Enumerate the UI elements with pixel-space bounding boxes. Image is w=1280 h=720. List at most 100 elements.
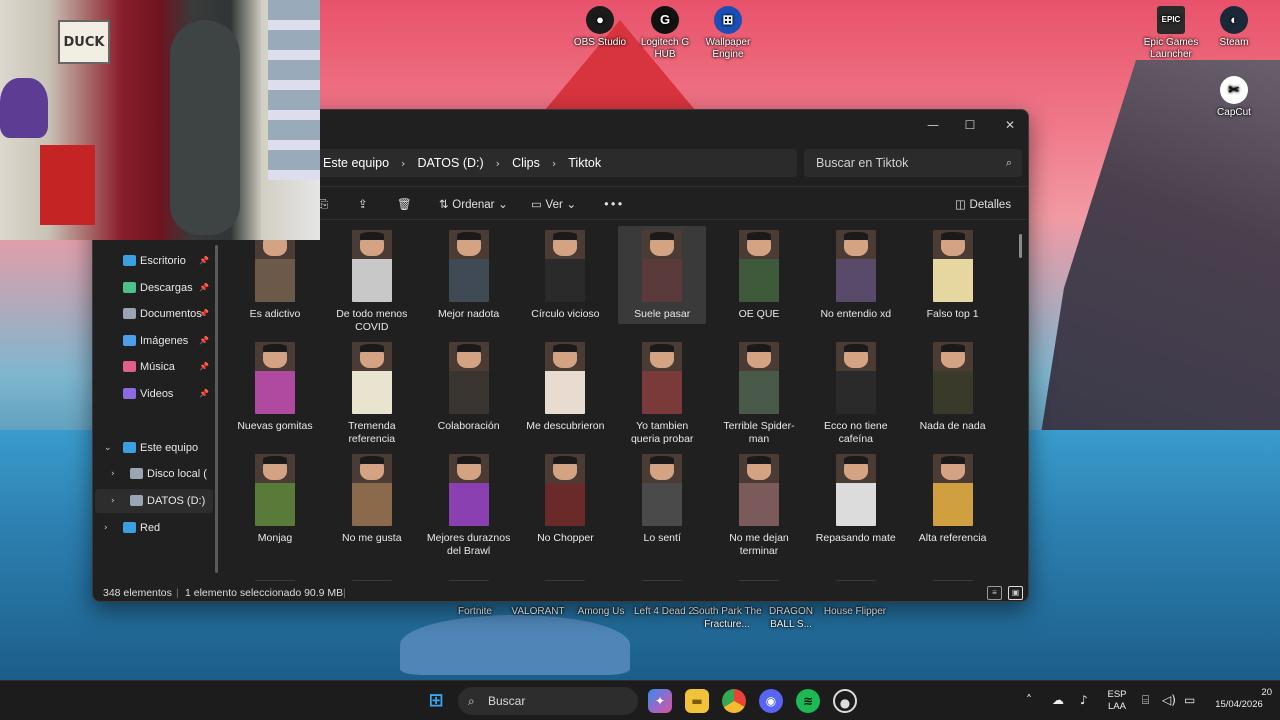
chevron-right-icon[interactable]: › — [104, 516, 108, 540]
desktop-shortcut[interactable]: G Logitech G HUB — [630, 6, 700, 61]
nav-item[interactable]: › DATOS (D:) — [95, 489, 213, 513]
chevron-right-icon[interactable]: › — [546, 157, 562, 170]
file-tile[interactable]: No entendio xd — [812, 226, 900, 326]
desktop-shortcut-label[interactable]: Fortnite — [440, 605, 510, 618]
volume-icon[interactable]: ◁) — [1162, 693, 1176, 707]
desktop-shortcut-label[interactable]: Among Us — [566, 605, 636, 618]
file-tile[interactable]: No Chopper — [521, 450, 609, 550]
nav-item[interactable]: Videos 📌 — [95, 382, 213, 406]
battery-icon[interactable]: ▭ — [1184, 693, 1195, 707]
nav-item[interactable]: › Red — [95, 516, 213, 540]
desktop-shortcut[interactable]: ● OBS Studio — [565, 6, 635, 49]
desktop-shortcut-label[interactable]: House Flipper — [820, 605, 890, 618]
file-tile[interactable]: Es adictivo — [231, 226, 319, 326]
file-tile[interactable]: Lo sentí — [618, 450, 706, 550]
file-tile[interactable]: Nuevas gomitas — [231, 338, 319, 438]
content-scrollbar[interactable] — [1019, 234, 1022, 258]
onedrive-icon[interactable]: ☁ — [1052, 693, 1064, 707]
file-tile[interactable]: Me descubrieron — [521, 338, 609, 438]
chevron-right-icon[interactable]: › — [111, 462, 115, 486]
file-tile[interactable]: Mejor nadota — [425, 226, 513, 326]
file-tile[interactable]: OE QUE — [715, 226, 803, 326]
file-tile[interactable]: Terrible Spider-man — [715, 338, 803, 445]
copilot-icon[interactable]: ✦ — [648, 689, 672, 713]
close-button[interactable]: ✕ — [995, 114, 1025, 136]
taskbar-search[interactable]: ⌕ Buscar — [458, 687, 638, 715]
desktop-shortcut-label[interactable]: Left 4 Dead 2 — [629, 605, 699, 618]
chevron-right-icon[interactable]: › — [395, 157, 411, 170]
copy-icon[interactable]: ⎘ — [319, 187, 328, 221]
file-tile[interactable]: Yo tambien queria probar — [618, 338, 706, 445]
file-tile[interactable]: Alta referencia — [909, 450, 997, 550]
file-tile[interactable]: Repasando mate — [812, 450, 900, 550]
file-tile[interactable]: Monjag — [231, 450, 319, 550]
search-icon[interactable]: ⌕ — [1006, 149, 1012, 177]
desktop-shortcut[interactable]: ◐ Steam — [1199, 6, 1269, 49]
network-icon[interactable]: ⌸ — [1142, 693, 1149, 708]
video-thumbnail — [835, 454, 876, 526]
file-tile[interactable]: No me gusta — [328, 450, 416, 550]
breadcrumb[interactable]: Este equipo › DATOS (D:) › Clips › Tikto… — [317, 149, 797, 177]
discord-icon[interactable]: ◉ — [759, 689, 783, 713]
obs-taskbar-icon[interactable]: ● — [833, 689, 857, 713]
desktop-shortcut[interactable]: ✂ CapCut — [1199, 76, 1269, 119]
file-tile[interactable]: Ecco no tiene cafeína — [812, 338, 900, 445]
share-icon[interactable]: ⇪ — [358, 187, 368, 221]
chevron-up-icon[interactable]: ˄ — [1026, 693, 1032, 707]
video-thumbnail — [642, 580, 683, 581]
breadcrumb-item[interactable]: DATOS (D:) — [411, 156, 489, 170]
chrome-icon[interactable] — [722, 689, 746, 713]
details-view-button[interactable]: ≡ — [987, 586, 1002, 600]
file-tile[interactable]: Falso top 1 — [909, 226, 997, 326]
file-tile[interactable]: Mejores duraznos del Brawl — [425, 450, 513, 557]
language-indicator[interactable]: ESP LAA — [1102, 689, 1132, 713]
nav-item[interactable]: Música 📌 — [95, 355, 213, 379]
desktop-shortcut-label[interactable]: VALORANT — [503, 605, 573, 618]
file-tile[interactable]: Suele pasar — [618, 226, 707, 324]
maximize-button[interactable]: ☐ — [955, 114, 985, 136]
nav-item[interactable]: Escritorio 📌 — [95, 249, 213, 273]
nav-item[interactable]: ⌄ Este equipo — [95, 436, 213, 460]
clock[interactable]: 20 15/04/2026 — [1206, 687, 1272, 711]
minimize-button[interactable]: — — [918, 114, 948, 136]
sort-button[interactable]: ⇅ Ordenar ⌄ — [439, 187, 508, 221]
spotify-icon[interactable]: ≋ — [796, 689, 820, 713]
thumbnail-hair — [359, 456, 384, 464]
breadcrumb-item[interactable]: Clips — [506, 156, 546, 170]
file-tile[interactable]: Círculo vicioso — [521, 226, 609, 326]
desktop-shortcut[interactable]: EPIC Epic Games Launcher — [1136, 6, 1206, 61]
windows-start-icon[interactable]: ⊞ — [424, 689, 448, 713]
tiles-view-button[interactable]: ▣ — [1008, 586, 1023, 600]
nav-item[interactable]: Descargas 📌 — [95, 276, 213, 300]
file-explorer-icon[interactable]: ▬ — [685, 689, 709, 713]
view-button[interactable]: ▭ Ver ⌄ — [531, 187, 576, 221]
wall-cards — [268, 0, 320, 180]
breadcrumb-item[interactable]: Tiktok — [562, 156, 607, 170]
more-options-button[interactable]: ••• — [603, 187, 623, 221]
file-name: Yo tambien queria probar — [630, 420, 694, 445]
file-tile[interactable]: No me dejan terminar — [715, 450, 803, 557]
desktop-shortcut[interactable]: ⊞ Wallpaper Engine — [693, 6, 763, 61]
chevron-right-icon[interactable]: › — [111, 489, 115, 513]
search-input[interactable]: Buscar en Tiktok ⌕ — [804, 149, 1022, 177]
file-tile[interactable]: Colaboración — [425, 338, 513, 438]
chevron-down-icon[interactable]: ⌄ — [104, 436, 112, 460]
file-tile[interactable]: Tremenda referencia — [328, 338, 416, 445]
nav-item[interactable]: › Disco local (C:) — [95, 462, 213, 486]
desktop-shortcut-label[interactable]: DRAGON BALL S... — [756, 605, 826, 631]
chevron-right-icon[interactable]: › — [490, 157, 506, 170]
video-thumbnail — [739, 580, 779, 581]
breadcrumb-item[interactable]: Este equipo — [317, 156, 395, 170]
file-name: Colaboración — [437, 420, 500, 432]
sort-label: Ordenar — [452, 199, 495, 211]
delete-icon[interactable]: 🗑 — [397, 187, 412, 221]
nav-item[interactable]: Documentos 📌 — [95, 302, 213, 326]
microphone-icon[interactable]: ♪ — [1080, 693, 1088, 707]
nav-item[interactable]: Imágenes 📌 — [95, 329, 213, 353]
file-tile[interactable]: De todo menos COVID — [328, 226, 416, 333]
nav-scrollbar[interactable] — [215, 245, 218, 573]
details-pane-button[interactable]: ◫ Detalles — [955, 187, 1011, 221]
images-icon — [123, 335, 136, 346]
file-tile[interactable]: Nada de nada — [909, 338, 997, 438]
desktop-shortcut-label[interactable]: South Park The Fracture... — [692, 605, 762, 631]
